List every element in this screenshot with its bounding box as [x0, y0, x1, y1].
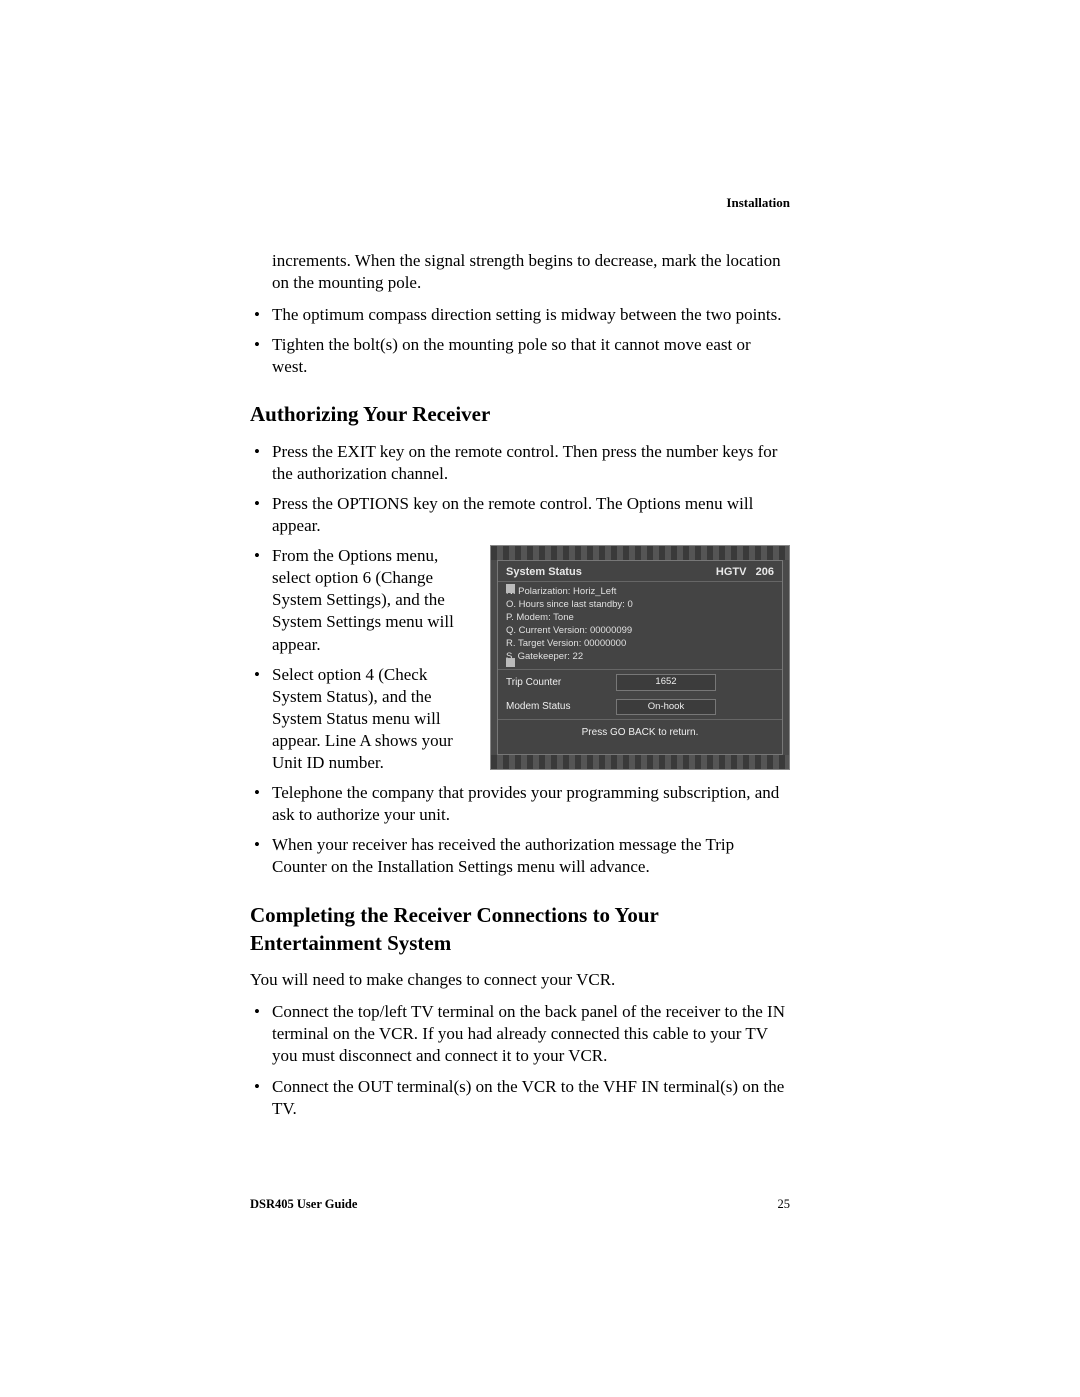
footer-page-number: 25	[778, 1197, 791, 1212]
list-item: Connect the OUT terminal(s) on the VCR t…	[250, 1076, 790, 1120]
intro-continuation: increments. When the signal strength beg…	[272, 250, 790, 294]
completing-intro-para: You will need to make changes to connect…	[250, 969, 790, 991]
footer-guide-name: DSR405 User Guide	[250, 1197, 357, 1212]
list-item: From the Options menu, select option 6 (…	[250, 545, 790, 655]
page-content: increments. When the signal strength beg…	[250, 250, 790, 1120]
list-item: The optimum compass direction setting is…	[250, 304, 790, 326]
header-section-tag: Installation	[726, 195, 790, 211]
completing-heading: Completing the Receiver Connections to Y…	[250, 901, 790, 958]
list-item: Telephone the company that provides your…	[250, 782, 790, 826]
intro-bullet-list: The optimum compass direction setting is…	[250, 304, 790, 378]
page-footer: DSR405 User Guide 25	[250, 1197, 790, 1212]
list-item: Tighten the bolt(s) on the mounting pole…	[250, 334, 790, 378]
page: Installation increments. When the signal…	[0, 0, 1080, 1397]
list-item: When your receiver has received the auth…	[250, 834, 790, 878]
authorizing-bottom-list: When your receiver has received the auth…	[250, 834, 790, 878]
list-item: Select option 4 (Check System Status), a…	[250, 664, 790, 774]
authorizing-wrap-list: From the Options menu, select option 6 (…	[250, 545, 790, 826]
list-item: Press the EXIT key on the remote control…	[250, 441, 790, 485]
list-item: Press the OPTIONS key on the remote cont…	[250, 493, 790, 537]
authorizing-wrap-block: System Status HGTV 206 N. Polarization: …	[250, 545, 790, 834]
authorizing-heading: Authorizing Your Receiver	[250, 400, 790, 428]
completing-list: Connect the top/left TV terminal on the …	[250, 1001, 790, 1119]
list-item: Connect the top/left TV terminal on the …	[250, 1001, 790, 1067]
authorizing-top-list: Press the EXIT key on the remote control…	[250, 441, 790, 537]
